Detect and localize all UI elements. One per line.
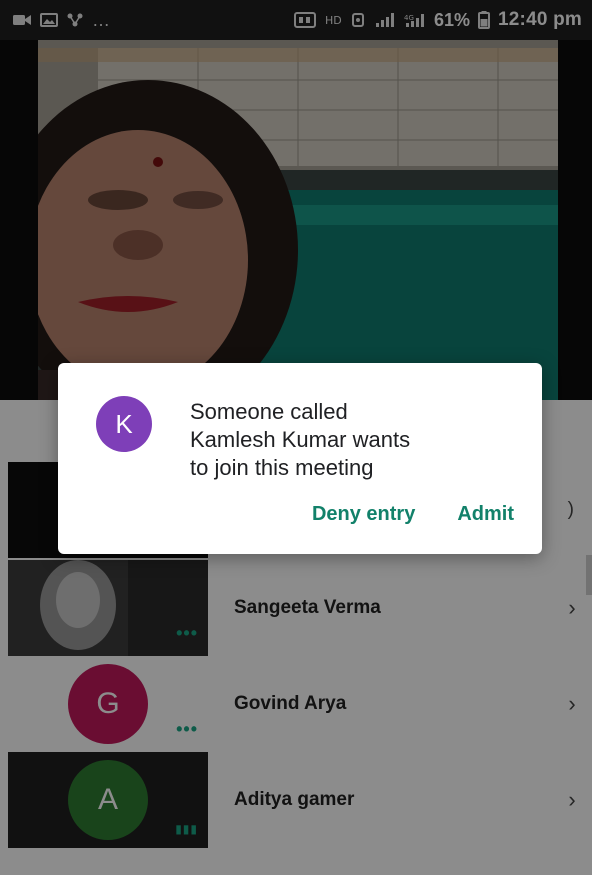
requester-avatar: K — [96, 396, 152, 452]
join-request-message: Someone called Kamlesh Kumar wants to jo… — [190, 398, 510, 482]
meet-screen: … HD 4G 61% 12:40 pm) ••• Sangeeta Verm… — [0, 0, 592, 875]
message-line: to join this meeting — [190, 455, 374, 480]
message-line: Kamlesh Kumar wants — [190, 427, 411, 452]
join-request-dialog: K Someone called Kamlesh Kumar wants to … — [58, 363, 542, 554]
admit-button[interactable]: Admit — [457, 503, 514, 526]
dialog-actions: Deny entry Admit — [312, 503, 514, 526]
deny-entry-button[interactable]: Deny entry — [312, 503, 415, 526]
message-line: Someone called — [190, 399, 348, 424]
